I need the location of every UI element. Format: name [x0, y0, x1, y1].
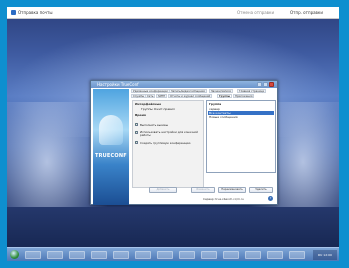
settings-tabs: Удаленные конференции Запись/видеосообще…	[131, 89, 277, 99]
taskbar-item[interactable]	[113, 251, 129, 259]
taskbar-item[interactable]	[47, 251, 63, 259]
tab-reports[interactable]: Отчеты и журнал сообщений	[168, 94, 213, 98]
tab-groups[interactable]: Группы	[217, 94, 233, 98]
minimize-icon[interactable]	[257, 82, 262, 87]
send-link[interactable]: Отпр. отправки	[290, 10, 323, 15]
tab-calls[interactable]: Звонки/записи	[209, 89, 234, 93]
server-address: Сервер: true.xbench.cc/m.ru	[203, 197, 244, 201]
settings-checkbox[interactable]	[135, 130, 138, 134]
tab-remote-conferences[interactable]: Удаленные конференции	[131, 89, 170, 93]
options-section-title: Время	[135, 113, 146, 117]
tab-recording[interactable]: Запись/видеосообщения	[169, 89, 207, 93]
taskbar-item[interactable]	[289, 251, 305, 259]
taskbar-item[interactable]	[201, 251, 217, 259]
desktop-screen: Отправка почты Отмена отправки Отпр. отп…	[7, 7, 339, 261]
groups-list: Группа сервер Все контакты Новые сообщен…	[206, 100, 276, 173]
group-conference-checkbox[interactable]	[135, 140, 138, 144]
taskbar-item[interactable]	[91, 251, 107, 259]
taskbar-item[interactable]	[157, 251, 173, 259]
settings-dialog: Настройки TrueConf TRUECONF Удаленные ко…	[90, 80, 278, 205]
dialog-title: Настройки TrueConf	[97, 82, 139, 87]
taskbar-item[interactable]	[245, 251, 261, 259]
tab-home[interactable]: Главная страница	[237, 89, 266, 93]
groups-list-heading: Группа	[209, 102, 222, 106]
wallpaper-ground	[7, 207, 339, 252]
options-heading: Интерфейсные	[135, 102, 162, 106]
tab-services[interactable]: Службы	[131, 94, 146, 98]
system-tray[interactable]: RU 12:00	[313, 250, 337, 260]
app-icon	[11, 10, 16, 15]
taskbar-item[interactable]	[223, 251, 239, 259]
dialog-footer: Сервер: true.xbench.cc/m.ru ?	[131, 195, 277, 204]
edit-button[interactable]: Изменить	[191, 187, 215, 193]
help-icon[interactable]: ?	[268, 196, 273, 201]
taskbar-item[interactable]	[179, 251, 195, 259]
app-title: Отправка почты	[18, 10, 53, 15]
options-subline: Группы Ожит.правил	[141, 107, 175, 111]
dialog-titlebar[interactable]: Настройки TrueConf	[91, 81, 277, 88]
taskbar-item[interactable]	[69, 251, 85, 259]
call-checkbox[interactable]	[135, 122, 138, 126]
tab-smtp[interactable]: SMTP	[156, 94, 168, 98]
call-checkbox-label: Выполнять вызовы	[140, 123, 169, 127]
add-button[interactable]: Добавить	[149, 187, 177, 193]
tab-network[interactable]: Сеть	[145, 94, 156, 98]
taskbar: RU 12:00	[7, 247, 339, 261]
maximize-icon[interactable]	[263, 82, 268, 87]
rename-button[interactable]: Переименовать	[218, 187, 246, 193]
delete-button[interactable]: Удалить	[249, 187, 273, 193]
group-conference-checkbox-label: Создать групповую конференцию	[140, 141, 191, 145]
settings-checkbox-label: Использовать настройки для конечной рабо…	[140, 130, 198, 137]
taskbar-item[interactable]	[135, 251, 151, 259]
tab-applications[interactable]: Приложения	[233, 94, 255, 98]
taskbar-item[interactable]	[267, 251, 283, 259]
taskbar-item[interactable]	[25, 251, 41, 259]
app-toolbar: Отправка почты Отмена отправки Отпр. отп…	[7, 7, 339, 19]
options-panel: Интерфейсные Группы Ожит.правил Время Вы…	[132, 100, 204, 188]
brand-logo-text: TRUECONF	[95, 153, 127, 159]
brand-panel: TRUECONF	[93, 89, 129, 205]
start-button-icon[interactable]	[10, 250, 19, 259]
cancel-send-link[interactable]: Отмена отправки	[237, 10, 274, 15]
trueconf-logo-icon	[99, 115, 123, 145]
list-item[interactable]: Новые сообщения	[208, 115, 274, 119]
close-icon[interactable]	[269, 82, 274, 87]
